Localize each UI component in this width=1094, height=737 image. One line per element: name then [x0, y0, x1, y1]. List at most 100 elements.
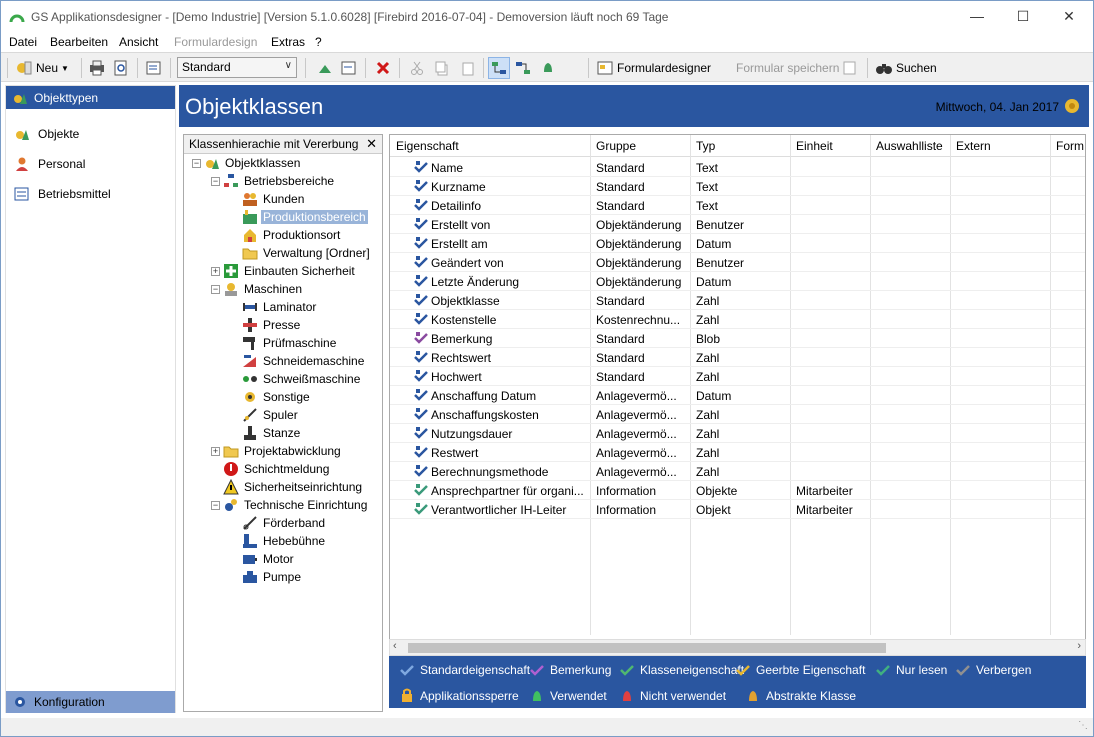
table-row[interactable]: Name Standard Text	[390, 158, 1085, 177]
menu-datei[interactable]: Datei	[9, 35, 37, 49]
column-header[interactable]: Typ	[696, 139, 715, 153]
table-cell: Datum	[696, 275, 732, 289]
tree-node[interactable]: Produktionsort	[230, 226, 342, 244]
table-row[interactable]: Rechtswert Standard Zahl	[390, 348, 1085, 367]
column-header[interactable]: Gruppe	[596, 139, 636, 153]
minimize-button[interactable]: —	[954, 1, 1000, 31]
org-chart-icon	[224, 174, 238, 187]
structure-button[interactable]	[514, 57, 532, 79]
menu-formulardesign[interactable]: Formulardesign	[174, 35, 257, 49]
tree-node[interactable]: Pumpe	[230, 568, 303, 586]
add-property-button[interactable]	[316, 57, 334, 79]
table-row[interactable]: Erstellt am Objektänderung Datum	[390, 234, 1085, 253]
tree-node[interactable]: Stanze	[230, 424, 302, 442]
menu-extras[interactable]: Extras	[271, 35, 305, 49]
menu-bearbeiten[interactable]: Bearbeiten	[50, 35, 108, 49]
table-row[interactable]: Kurzname Standard Text	[390, 177, 1085, 196]
tree-node[interactable]: Verwaltung [Ordner]	[230, 244, 372, 262]
table-row[interactable]: Ansprechpartner für organi... Information…	[390, 481, 1085, 500]
edit-property-button[interactable]	[340, 57, 358, 79]
formulardesigner-button[interactable]: Formulardesigner	[596, 57, 711, 79]
tree-node[interactable]: + Einbauten Sicherheit	[211, 262, 357, 280]
collapse-icon[interactable]: −	[211, 284, 220, 294]
table-row[interactable]: Nutzungsdauer Anlagevermö... Zahl	[390, 424, 1085, 443]
expand-icon[interactable]: +	[211, 266, 220, 276]
table-row[interactable]: Bemerkung Standard Blob	[390, 329, 1085, 348]
paste-button[interactable]	[459, 57, 477, 79]
table-row[interactable]: Berechnungsmethode Anlagevermö... Zahl	[390, 462, 1085, 481]
tree-node[interactable]: Spuler	[230, 406, 300, 424]
tree-node[interactable]: Hebebühne	[230, 532, 327, 550]
tree-node[interactable]: Sicherheitseinrichtung	[211, 478, 364, 496]
delete-button[interactable]	[374, 57, 392, 79]
collapse-icon[interactable]: −	[211, 176, 220, 186]
tree-node[interactable]: − Betriebsbereiche	[211, 172, 336, 190]
table-row[interactable]: Erstellt von Objektänderung Benutzer	[390, 215, 1085, 234]
nav-objekte[interactable]: Objekte	[14, 126, 79, 142]
menu-ansicht[interactable]: Ansicht	[119, 35, 158, 49]
print-preview-button[interactable]	[112, 57, 130, 79]
table-row[interactable]: Anschaffung Datum Anlagevermö... Datum	[390, 386, 1085, 405]
nav-personal[interactable]: Personal	[14, 156, 85, 172]
cut-button[interactable]	[408, 57, 426, 79]
tree-node[interactable]: Motor	[230, 550, 296, 568]
column-header[interactable]: Einheit	[796, 139, 833, 153]
table-row[interactable]: Kostenstelle Kostenrechnu... Zahl	[390, 310, 1085, 329]
column-header[interactable]: Extern	[956, 139, 991, 153]
save-form-button[interactable]: Formular speichern	[736, 57, 858, 79]
legend-panel: Standardeigenschaft Bemerkung Klasseneigen…	[389, 656, 1086, 708]
table-row[interactable]: Restwert Anlagevermö... Zahl	[390, 443, 1085, 462]
laminator-icon	[243, 303, 257, 311]
new-button[interactable]: Neu ▼	[15, 57, 69, 79]
horizontal-scrollbar[interactable]: ‹ ›	[389, 639, 1086, 656]
scroll-left-icon[interactable]: ‹	[393, 640, 397, 652]
table-row[interactable]: Letzte Änderung Objektänderung Datum	[390, 272, 1085, 291]
scrollbar-thumb[interactable]	[408, 643, 886, 653]
hierarchy-view-button[interactable]	[488, 57, 510, 79]
nav-objekttypen[interactable]: Objekttypen	[6, 86, 175, 109]
menu-bar: Datei Bearbeiten Ansicht Formulardesign …	[1, 33, 1093, 52]
copy-button[interactable]	[434, 57, 452, 79]
tree-node[interactable]: − Maschinen	[211, 280, 304, 298]
nav-konfiguration[interactable]: Konfiguration	[6, 691, 175, 713]
edit-form-button[interactable]	[145, 57, 163, 79]
table-row[interactable]: Anschaffungskosten Anlagevermö... Zahl	[390, 405, 1085, 424]
column-header[interactable]: Eigenschaft	[396, 139, 459, 153]
column-header[interactable]: Auswahlliste	[876, 139, 943, 153]
table-row[interactable]: Detailinfo Standard Text	[390, 196, 1085, 215]
collapse-icon[interactable]: −	[192, 158, 201, 168]
tree-node[interactable]: Produktionsbereich	[230, 208, 368, 226]
tree-node[interactable]: Prüfmaschine	[230, 334, 338, 352]
table-row[interactable]: Objektklasse Standard Zahl	[390, 291, 1085, 310]
tree-node[interactable]: Schneidemaschine	[230, 352, 366, 370]
bell-button[interactable]	[539, 57, 557, 79]
tree-node[interactable]: − Objektklassen	[192, 154, 302, 172]
menu-help[interactable]: ?	[315, 35, 322, 49]
legend-label: Nicht verwendet	[640, 689, 727, 703]
tree-node[interactable]: Schichtmeldung	[211, 460, 331, 478]
tree-node[interactable]: Förderband	[230, 514, 327, 532]
scroll-right-icon[interactable]: ›	[1077, 640, 1081, 652]
tree-node[interactable]: Kunden	[230, 190, 306, 208]
tree-node[interactable]: Laminator	[230, 298, 318, 316]
tree-node[interactable]: Presse	[230, 316, 302, 334]
tree-node[interactable]: − Technische Einrichtung	[211, 496, 369, 514]
tree-node[interactable]: + Projektabwicklung	[211, 442, 343, 460]
print-button[interactable]	[88, 57, 106, 79]
collapse-icon[interactable]: −	[211, 500, 220, 510]
close-window-button[interactable]: ✕	[1046, 1, 1092, 31]
column-header[interactable]: Form	[1056, 139, 1084, 153]
maximize-button[interactable]: ☐	[1000, 1, 1046, 31]
nav-betriebsmittel[interactable]: Betriebsmittel	[14, 186, 111, 202]
view-select[interactable]: Standard ∨	[177, 57, 297, 78]
resize-grip-icon[interactable]: ⋱	[1078, 720, 1088, 731]
person-icon	[16, 157, 28, 171]
tree-node[interactable]: Sonstige	[230, 388, 312, 406]
expand-icon[interactable]: +	[211, 446, 220, 456]
search-button[interactable]: Suchen	[875, 57, 937, 79]
table-row[interactable]: Geändert von Objektänderung Benutzer	[390, 253, 1085, 272]
table-row[interactable]: Hochwert Standard Zahl	[390, 367, 1085, 386]
close-tree-icon[interactable]: ✕	[366, 136, 377, 152]
table-row[interactable]: Verantwortlicher IH-Leiter Information Obj…	[390, 500, 1085, 519]
tree-node[interactable]: Schweißmaschine	[230, 370, 362, 388]
